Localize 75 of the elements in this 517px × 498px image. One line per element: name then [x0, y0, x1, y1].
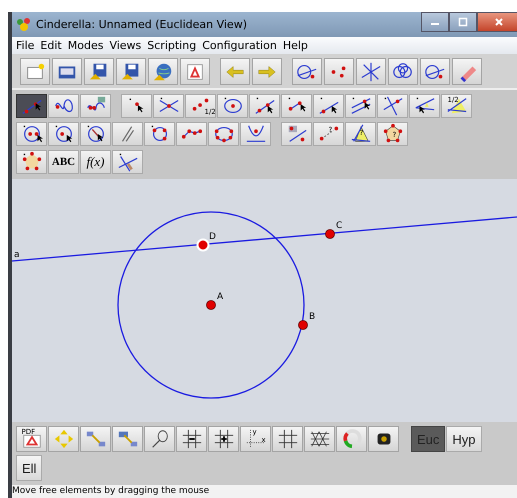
mode-button[interactable]	[240, 122, 271, 146]
geometry-button[interactable]: Hyp	[446, 426, 482, 452]
geometry-button[interactable]: Ell	[16, 455, 42, 481]
line[interactable]	[12, 216, 517, 262]
mode-button[interactable]	[281, 122, 312, 146]
mode-button[interactable]	[345, 94, 376, 118]
axes-icon	[244, 428, 266, 450]
menu-item[interactable]: Configuration	[202, 39, 277, 52]
drawing-canvas[interactable]: a A B C D	[12, 179, 517, 422]
window-title: Cinderella: Unnamed (Euclidean View)	[36, 18, 247, 31]
menu-item[interactable]: Edit	[40, 39, 62, 52]
perpendicular-icon	[382, 95, 404, 118]
mode-button[interactable]	[313, 94, 344, 118]
point[interactable]	[325, 230, 335, 240]
mode-button[interactable]	[112, 150, 143, 174]
line-label: a	[14, 250, 20, 260]
mode-button[interactable]	[16, 94, 47, 118]
toolbar-button[interactable]	[324, 58, 354, 86]
zoom-in-grid-icon	[212, 428, 234, 450]
status-message: Move free elements by dragging the mouse	[12, 485, 517, 498]
circle[interactable]	[117, 212, 305, 400]
mode-button[interactable]: f(x)	[80, 150, 111, 174]
toolbar-button[interactable]	[20, 58, 50, 86]
mode-button[interactable]	[48, 94, 79, 118]
toolbar-button[interactable]	[116, 58, 146, 86]
mode-button[interactable]	[80, 94, 111, 118]
close-button[interactable]	[477, 12, 517, 32]
mode-button[interactable]	[281, 94, 312, 118]
mode-button[interactable]	[377, 94, 408, 118]
view-button[interactable]	[272, 426, 303, 452]
maximize-button[interactable]	[449, 12, 477, 32]
view-button[interactable]	[208, 426, 239, 452]
point[interactable]	[206, 300, 216, 310]
view-button[interactable]	[368, 426, 399, 452]
point[interactable]	[298, 320, 308, 330]
mode-button[interactable]: ABC	[48, 150, 79, 174]
mode-button[interactable]	[121, 94, 152, 118]
toolbar-button[interactable]	[52, 58, 82, 86]
toolbar-button[interactable]	[180, 58, 210, 86]
menu-item[interactable]: Modes	[68, 39, 104, 52]
view-button[interactable]	[304, 426, 335, 452]
mode-button[interactable]	[144, 122, 175, 146]
toolbar-button[interactable]	[356, 58, 386, 86]
view-button[interactable]	[144, 426, 175, 452]
menu-item[interactable]: Help	[282, 39, 308, 52]
mode-button[interactable]	[208, 122, 239, 146]
menu-item[interactable]: Views	[109, 39, 142, 52]
maximize-icon	[458, 17, 468, 27]
pan-icon	[52, 428, 74, 450]
view-button[interactable]	[176, 426, 207, 452]
minimize-button[interactable]	[421, 12, 449, 32]
toolbar-button[interactable]	[388, 58, 418, 86]
toolbar-button[interactable]	[292, 58, 322, 86]
mode-button[interactable]	[16, 122, 47, 146]
toolbar-button[interactable]	[84, 58, 114, 86]
mode-button[interactable]	[217, 94, 248, 118]
menu-item[interactable]: File	[16, 39, 34, 52]
mode-button[interactable]	[80, 122, 111, 146]
menu-item[interactable]: Scripting	[147, 39, 196, 52]
grid-icon	[276, 428, 298, 450]
mode-button[interactable]	[249, 94, 280, 118]
mode-button[interactable]	[409, 94, 440, 118]
close-icon	[494, 17, 504, 27]
lines-icon	[360, 60, 382, 83]
mode-button[interactable]	[153, 94, 184, 118]
point-label: A	[217, 292, 224, 302]
mode-button[interactable]	[48, 122, 79, 146]
zoom-out-grid-icon	[180, 428, 202, 450]
color-wheel-icon	[340, 428, 362, 450]
toolbar-button[interactable]	[148, 58, 178, 86]
point-label: D	[209, 232, 216, 242]
toolbar-button[interactable]	[420, 58, 450, 86]
point-label: B	[309, 312, 316, 322]
point-label: C	[336, 221, 342, 232]
app-icon	[16, 17, 32, 32]
